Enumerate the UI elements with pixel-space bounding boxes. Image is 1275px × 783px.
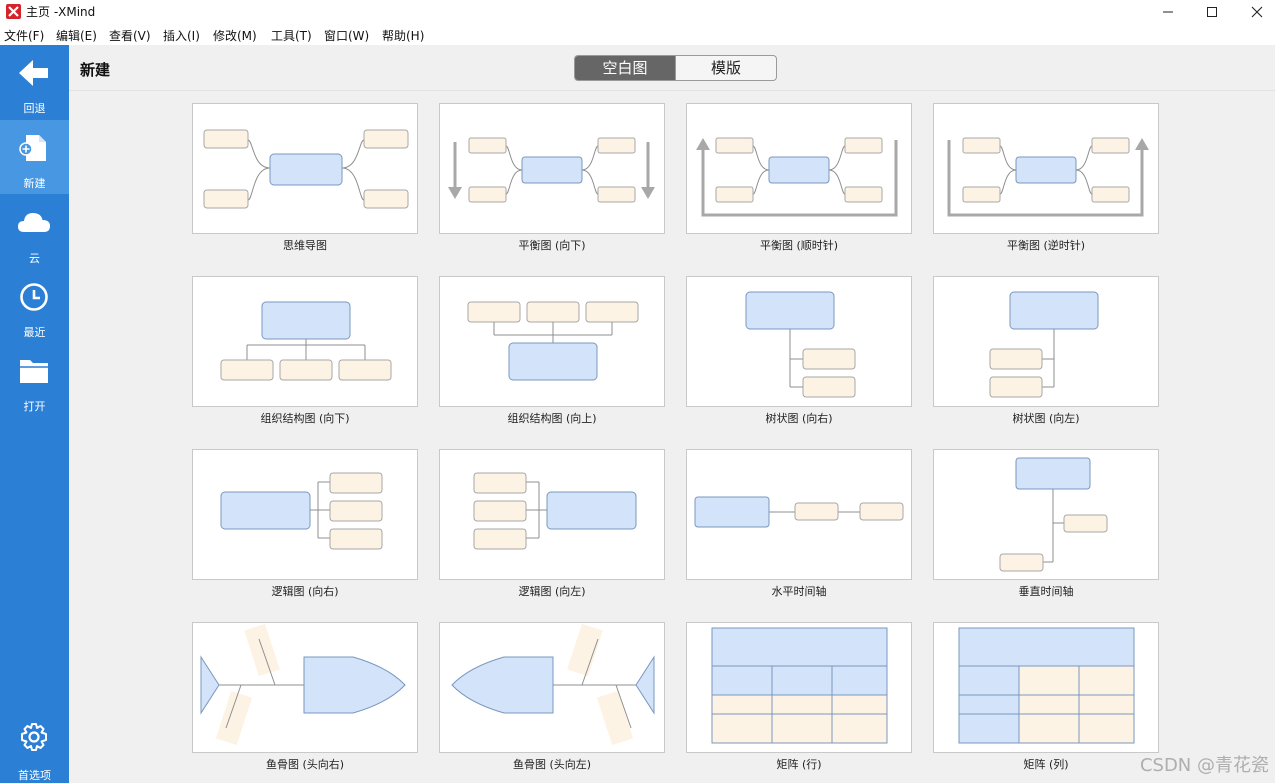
template-card-logic-right[interactable] bbox=[192, 449, 418, 580]
template-card-timeline-v[interactable] bbox=[933, 449, 1159, 580]
minimize-button[interactable] bbox=[1145, 0, 1191, 24]
template-card-tree-left[interactable] bbox=[933, 276, 1159, 407]
sidebar-item-new[interactable]: 新建 bbox=[0, 120, 69, 194]
folder-icon bbox=[20, 360, 48, 383]
menu-bar: 文件(F) 编辑(E) 查看(V) 插入(I) 修改(M) 工具(T) 窗口(W… bbox=[0, 24, 1275, 45]
menu-modify[interactable]: 修改(M) bbox=[213, 27, 257, 44]
template-label: 鱼骨图 (头向右) bbox=[265, 758, 345, 771]
close-button[interactable] bbox=[1234, 0, 1275, 24]
org-up-thumbnail bbox=[467, 301, 639, 381]
back-arrow-icon bbox=[19, 60, 48, 86]
timeline-h-thumbnail bbox=[694, 496, 904, 528]
template-label: 垂直时间轴 bbox=[1018, 585, 1074, 598]
template-label: 平衡图 (向下) bbox=[518, 239, 586, 252]
tab-blank-map[interactable]: 空白图 bbox=[575, 56, 675, 80]
timeline-v-thumbnail bbox=[999, 457, 1108, 572]
template-label: 水平时间轴 bbox=[771, 585, 827, 598]
sidebar-item-preferences[interactable]: 首选项 bbox=[0, 709, 69, 783]
template-label: 矩阵 (行) bbox=[776, 758, 822, 771]
sidebar-item-recent[interactable]: 最近 bbox=[0, 269, 69, 343]
menu-tools[interactable]: 工具(T) bbox=[271, 27, 312, 44]
sidebar-item-label: 新建 bbox=[23, 177, 46, 190]
sidebar-item-back[interactable]: 回退 bbox=[0, 45, 69, 119]
template-card-logic-left[interactable] bbox=[439, 449, 665, 580]
template-label: 鱼骨图 (头向左) bbox=[512, 758, 592, 771]
logic-right-thumbnail bbox=[220, 472, 383, 550]
template-label: 平衡图 (顺时针) bbox=[759, 239, 839, 252]
template-label: 逻辑图 (向右) bbox=[271, 585, 339, 598]
template-label: 树状图 (向右) bbox=[765, 412, 833, 425]
menu-insert[interactable]: 插入(I) bbox=[163, 27, 200, 44]
fish-left-thumbnail bbox=[451, 623, 655, 746]
new-file-icon bbox=[19, 135, 46, 161]
template-card-mindmap[interactable] bbox=[192, 103, 418, 234]
tree-left-thumbnail bbox=[989, 291, 1099, 398]
mindmap-thumbnail bbox=[203, 129, 409, 209]
title-bar: 主页 -XMind bbox=[0, 0, 1275, 24]
menu-edit[interactable]: 编辑(E) bbox=[56, 27, 97, 44]
tree-right-thumbnail bbox=[745, 291, 856, 398]
template-label: 逻辑图 (向左) bbox=[518, 585, 586, 598]
sidebar-item-open[interactable]: 打开 bbox=[0, 343, 69, 417]
template-card-balance-ccw[interactable] bbox=[933, 103, 1159, 234]
template-card-fish-left[interactable] bbox=[439, 622, 665, 753]
menu-window[interactable]: 窗口(W) bbox=[324, 27, 369, 44]
sidebar-item-label: 最近 bbox=[23, 326, 46, 339]
template-label: 组织结构图 (向下) bbox=[260, 412, 350, 425]
balance-cw-thumbnail bbox=[696, 137, 898, 217]
cloud-icon bbox=[18, 213, 50, 232]
page-title: 新建 bbox=[80, 61, 111, 79]
template-label: 树状图 (向左) bbox=[1012, 412, 1080, 425]
template-card-fish-right[interactable] bbox=[192, 622, 418, 753]
sidebar-item-label: 云 bbox=[29, 252, 40, 265]
matrix-col-thumbnail bbox=[958, 627, 1135, 744]
template-card-timeline-h[interactable] bbox=[686, 449, 912, 580]
template-card-balance-cw[interactable] bbox=[686, 103, 912, 234]
template-card-matrix-row[interactable] bbox=[686, 622, 912, 753]
window-title: 主页 -XMind bbox=[26, 5, 96, 19]
template-grid: 思维导图 平衡图 (向下) 平衡图 (顺时针) 平衡图 (逆时针) 组织结构图 … bbox=[69, 92, 1275, 783]
clock-icon bbox=[20, 283, 48, 311]
sidebar: 回退 新建 云 最近 打开 首选项 bbox=[0, 45, 69, 783]
page-header: 新建 空白图 模版 bbox=[69, 45, 1275, 91]
template-card-org-up[interactable] bbox=[439, 276, 665, 407]
sidebar-item-cloud[interactable]: 云 bbox=[0, 195, 69, 269]
template-card-tree-right[interactable] bbox=[686, 276, 912, 407]
sidebar-item-label: 回退 bbox=[23, 102, 46, 115]
logic-left-thumbnail bbox=[473, 472, 637, 550]
matrix-row-thumbnail bbox=[711, 627, 888, 744]
menu-help[interactable]: 帮助(H) bbox=[382, 27, 424, 44]
sidebar-item-label: 首选项 bbox=[18, 769, 51, 782]
template-label: 平衡图 (逆时针) bbox=[1006, 239, 1086, 252]
xmind-logo-icon bbox=[6, 4, 21, 19]
balance-down-thumbnail bbox=[448, 137, 655, 203]
menu-view[interactable]: 查看(V) bbox=[109, 27, 151, 44]
gear-icon bbox=[21, 723, 47, 751]
tab-templates[interactable]: 模版 bbox=[675, 56, 776, 80]
sidebar-item-label: 打开 bbox=[23, 400, 46, 413]
balance-ccw-thumbnail bbox=[947, 137, 1149, 217]
mode-toggle: 空白图 模版 bbox=[574, 55, 777, 81]
org-down-thumbnail bbox=[220, 301, 392, 381]
template-card-org-down[interactable] bbox=[192, 276, 418, 407]
fish-right-thumbnail bbox=[200, 623, 406, 746]
template-label: 矩阵 (列) bbox=[1023, 758, 1069, 771]
watermark: CSDN @青花瓷 bbox=[1139, 755, 1269, 776]
maximize-button[interactable] bbox=[1189, 0, 1235, 24]
template-label: 思维导图 bbox=[283, 239, 327, 252]
menu-file[interactable]: 文件(F) bbox=[4, 27, 44, 44]
template-card-balance-down[interactable] bbox=[439, 103, 665, 234]
template-card-matrix-col[interactable] bbox=[933, 622, 1159, 753]
template-label: 组织结构图 (向上) bbox=[507, 412, 597, 425]
